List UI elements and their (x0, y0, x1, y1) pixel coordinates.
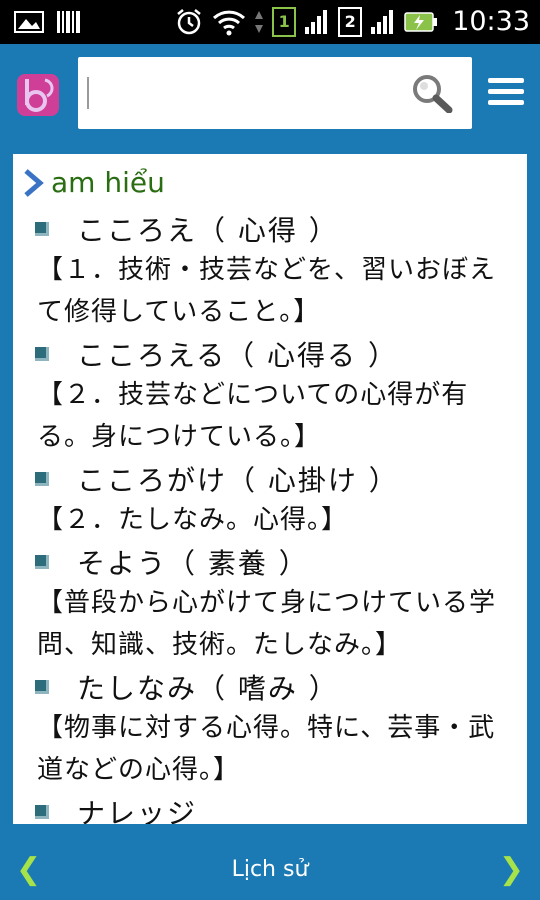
alarm-icon (177, 8, 201, 34)
entry-definition: 【１．技術・技芸などを、習いおぼえて修得していること。】 (37, 255, 497, 327)
history-button[interactable]: Lịch sử (0, 857, 540, 882)
bullet-icon (35, 221, 49, 236)
entry-kana: こころがけ（ 心掛け ） (77, 463, 399, 497)
bottom-bar: ❮ Lịch sử ❯ (0, 838, 540, 900)
menu-icon[interactable] (488, 74, 524, 110)
search-box[interactable] (78, 57, 472, 129)
status-bar: 1 2 10:33 (0, 0, 540, 44)
entry-kana: こころえる（ 心得る ） (77, 338, 398, 372)
image-icon (14, 11, 44, 33)
next-button[interactable]: ❯ (499, 852, 524, 887)
app-logo-icon[interactable] (14, 71, 62, 119)
entry-definition: 【２．たしなみ。心得。】 (37, 505, 349, 535)
entry[interactable]: たしなみ（ 嗜み ） 【物事に対する心得。特に、芸事・武道などの心得。】 (13, 666, 527, 791)
bullet-icon (35, 679, 49, 694)
chevron-right-icon (24, 168, 44, 197)
bullet-icon (35, 554, 49, 569)
sim1-badge: 1 (272, 6, 297, 37)
entry[interactable]: そよう（ 素養 ） 【普段から心がけて身につけている学問、知識、技術。たしなみ。… (13, 541, 527, 666)
result-panel[interactable]: am hiểu こころえ（ 心得 ） 【１．技術・技芸などを、習いおぼえて修得し… (13, 154, 527, 824)
entry[interactable]: こころえる（ 心得る ） 【２．技芸などについての心得が有る。身につけている。】 (13, 333, 527, 458)
entry[interactable]: ナレッジ (13, 791, 527, 824)
signal-icon-sim1 (305, 9, 328, 34)
entry-head: こころえ（ 心得 ） (13, 208, 527, 249)
entry-kana: たしなみ（ 嗜み ） (77, 671, 339, 705)
bullet-icon (35, 471, 49, 486)
entry-definition: 【物事に対する心得。特に、芸事・武道などの心得。】 (37, 713, 496, 785)
system-icons: 1 2 10:33 (174, 6, 530, 37)
battery-charging-icon (404, 11, 438, 32)
entry-head: ナレッジ (13, 791, 527, 824)
app-bar (0, 44, 540, 142)
wifi-icon (213, 10, 246, 35)
entry-list: こころえ（ 心得 ） 【１．技術・技芸などを、習いおぼえて修得していること。】 … (13, 208, 527, 824)
entry-kana: こころえ（ 心得 ） (77, 213, 339, 247)
entry[interactable]: こころえ（ 心得 ） 【１．技術・技芸などを、習いおぼえて修得していること。】 (13, 208, 527, 333)
entry[interactable]: こころがけ（ 心掛け ） 【２．たしなみ。心得。】 (13, 458, 527, 541)
barcode-icon (57, 11, 80, 33)
search-input[interactable] (87, 77, 89, 109)
notification-icons (14, 10, 82, 34)
word-header: am hiểu (23, 166, 165, 199)
entry-kana: そよう（ 素養 ） (77, 546, 309, 580)
entry-head: そよう（ 素養 ） (13, 541, 527, 582)
entry-head: こころがけ（ 心掛け ） (13, 458, 527, 499)
entry-definition: 【普段から心がけて身につけている学問、知識、技術。たしなみ。】 (37, 588, 497, 660)
word-title: am hiểu (51, 166, 165, 199)
entry-kana: ナレッジ (77, 796, 198, 825)
search-icon[interactable] (410, 73, 454, 113)
bullet-icon (35, 346, 49, 361)
sim2-badge: 2 (338, 6, 363, 37)
entry-head: こころえる（ 心得る ） (13, 333, 527, 374)
entry-definition: 【２．技芸などについての心得が有る。身につけている。】 (37, 380, 469, 452)
entry-head: たしなみ（ 嗜み ） (13, 666, 527, 707)
bullet-icon (35, 804, 49, 819)
signal-icon-sim2 (371, 9, 394, 34)
clock: 10:33 (452, 6, 530, 37)
data-transfer-icon (255, 10, 264, 33)
